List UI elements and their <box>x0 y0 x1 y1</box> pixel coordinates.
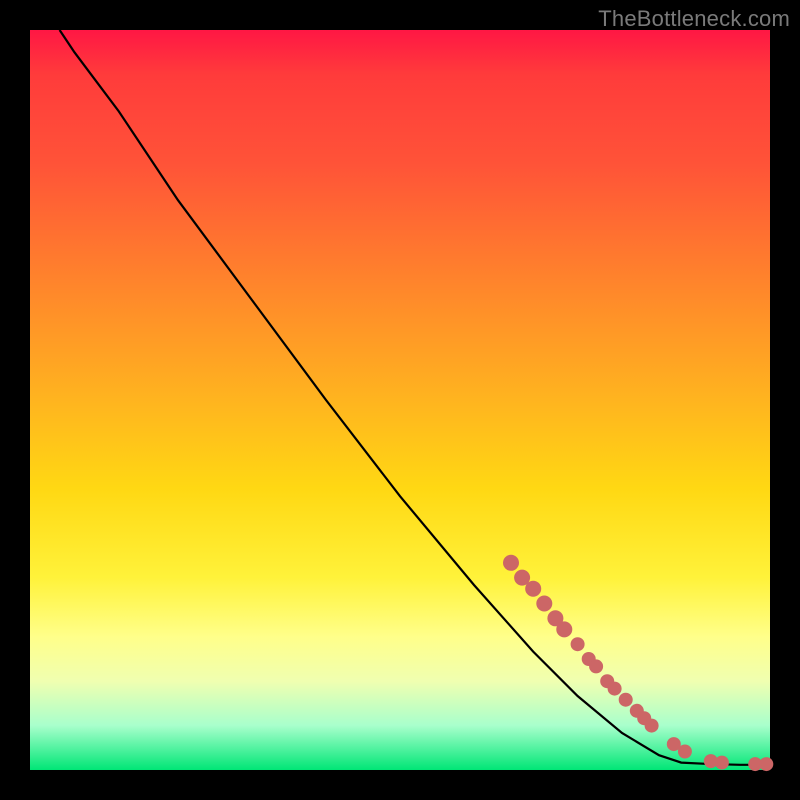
data-marker <box>645 719 659 733</box>
data-marker <box>571 637 585 651</box>
data-marker <box>759 757 773 771</box>
data-marker <box>619 693 633 707</box>
chart-frame: TheBottleneck.com <box>0 0 800 800</box>
data-marker <box>503 555 519 571</box>
data-marker <box>589 659 603 673</box>
data-marker <box>715 756 729 770</box>
attribution-label: TheBottleneck.com <box>598 6 790 32</box>
data-marker <box>556 621 572 637</box>
data-marker <box>525 581 541 597</box>
data-marker <box>536 596 552 612</box>
data-marker <box>678 745 692 759</box>
bottleneck-curve <box>60 30 770 765</box>
chart-overlay <box>30 30 770 770</box>
data-marker <box>608 682 622 696</box>
